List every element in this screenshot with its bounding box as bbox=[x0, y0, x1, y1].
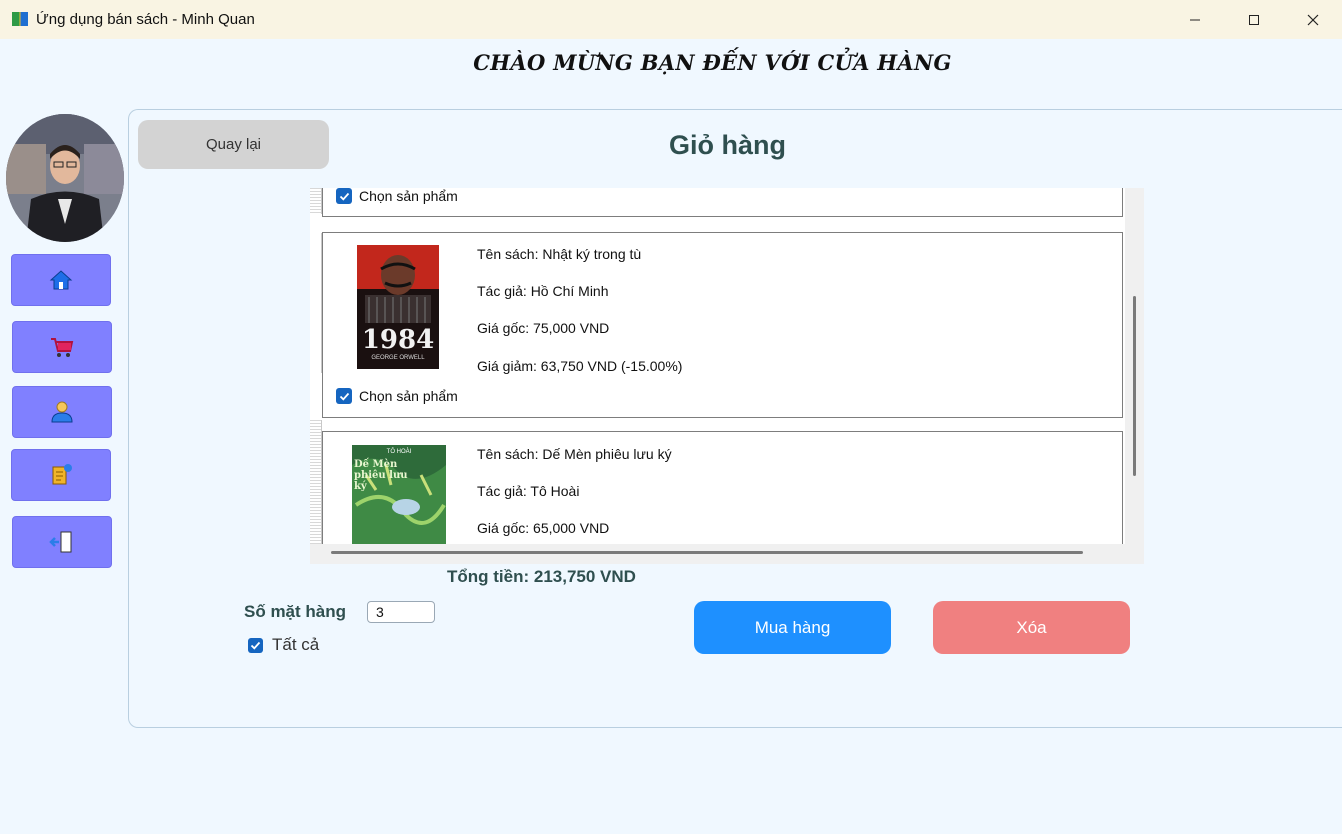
logout-icon bbox=[49, 531, 72, 553]
select-product-label: Chọn sản phẩm bbox=[359, 188, 458, 204]
book-name: Tên sách: Nhật ký trong tù bbox=[477, 246, 642, 262]
buy-button[interactable]: Mua hàng bbox=[694, 601, 891, 654]
user-icon bbox=[51, 401, 73, 423]
avatar[interactable] bbox=[6, 114, 124, 242]
book-name: Tên sách: Dế Mèn phiêu lưu ký bbox=[477, 446, 672, 462]
list-gutter bbox=[310, 420, 322, 544]
book-discount-price: Giá giảm: 63,750 VND (-15.00%) bbox=[477, 358, 683, 374]
title-bar: Ứng dụng bán sách - Minh Quan bbox=[0, 0, 1342, 39]
checkbox-checked-icon bbox=[336, 388, 352, 404]
home-icon bbox=[49, 270, 73, 290]
close-button[interactable] bbox=[1284, 0, 1342, 39]
welcome-heading: CHÀO MỪNG BẠN ĐẾN VỚI CỬA HÀNG bbox=[473, 50, 952, 75]
orders-button[interactable] bbox=[11, 449, 111, 501]
close-icon bbox=[1307, 14, 1319, 25]
page-title: Giỏ hàng bbox=[669, 130, 786, 160]
select-product-label: Chọn sản phẩm bbox=[359, 388, 458, 404]
cart-list-viewport: Chọn sản phẩm 1984 GEORGE ORWELL Tên sác… bbox=[310, 188, 1125, 544]
book-author: Tác giả: Hồ Chí Minh bbox=[477, 283, 609, 299]
book-original-price: Giá gốc: 65,000 VND bbox=[477, 520, 610, 536]
book-cover-title: Dế Mèn phiêu lưu ký bbox=[354, 459, 408, 492]
checkbox-checked-icon bbox=[336, 188, 352, 204]
total-amount: Tổng tiền: 213,750 VND bbox=[447, 567, 636, 586]
item-count-field[interactable] bbox=[367, 601, 435, 623]
vertical-scrollbar[interactable] bbox=[1125, 188, 1144, 544]
logout-button[interactable] bbox=[12, 516, 112, 568]
list-gutter bbox=[310, 188, 322, 214]
horizontal-scrollbar-thumb[interactable] bbox=[331, 551, 1083, 554]
shopping-cart-icon bbox=[51, 338, 74, 357]
book-cover-title: 1984 bbox=[361, 325, 435, 355]
book-original-price: Giá gốc: 75,000 VND bbox=[477, 320, 610, 336]
checkbox-checked-icon bbox=[248, 637, 263, 653]
cart-list[interactable]: Chọn sản phẩm 1984 GEORGE ORWELL Tên sác… bbox=[310, 188, 1144, 564]
horizontal-scrollbar[interactable] bbox=[310, 544, 1125, 564]
vertical-scrollbar-thumb[interactable] bbox=[1133, 296, 1136, 476]
book-app-icon bbox=[12, 12, 28, 26]
book-cover-author: GEORGE ORWELL bbox=[371, 355, 425, 361]
list-gutter bbox=[310, 233, 322, 373]
back-button[interactable]: Quay lại bbox=[138, 120, 329, 169]
item-count-label: Số mặt hàng bbox=[244, 602, 347, 621]
maximize-icon bbox=[1249, 14, 1259, 25]
select-all-label: Tất cả bbox=[272, 635, 320, 654]
book-author: Tác giả: Tô Hoài bbox=[477, 483, 580, 499]
account-button[interactable] bbox=[12, 386, 112, 438]
select-product-checkbox[interactable]: Chọn sản phẩm bbox=[336, 388, 458, 404]
home-button[interactable] bbox=[11, 254, 111, 306]
select-product-checkbox[interactable]: Chọn sản phẩm bbox=[336, 188, 458, 204]
avatar-photo bbox=[6, 114, 124, 242]
minimize-icon bbox=[1190, 19, 1200, 20]
book-cover-author: TÔ HOÀI bbox=[386, 449, 412, 455]
book-cover-de-men: TÔ HOÀI Dế Mèn phiêu lưu ký bbox=[336, 445, 460, 544]
maximize-button[interactable] bbox=[1225, 0, 1283, 39]
delete-button[interactable]: Xóa bbox=[933, 601, 1130, 654]
order-history-icon bbox=[52, 464, 72, 485]
select-all-checkbox[interactable]: Tất cả bbox=[248, 635, 319, 655]
book-cover-1984: 1984 GEORGE ORWELL bbox=[357, 245, 439, 369]
window-title: Ứng dụng bán sách - Minh Quan bbox=[36, 11, 255, 28]
minimize-button[interactable] bbox=[1166, 0, 1224, 39]
cart-nav-button[interactable] bbox=[12, 321, 112, 373]
